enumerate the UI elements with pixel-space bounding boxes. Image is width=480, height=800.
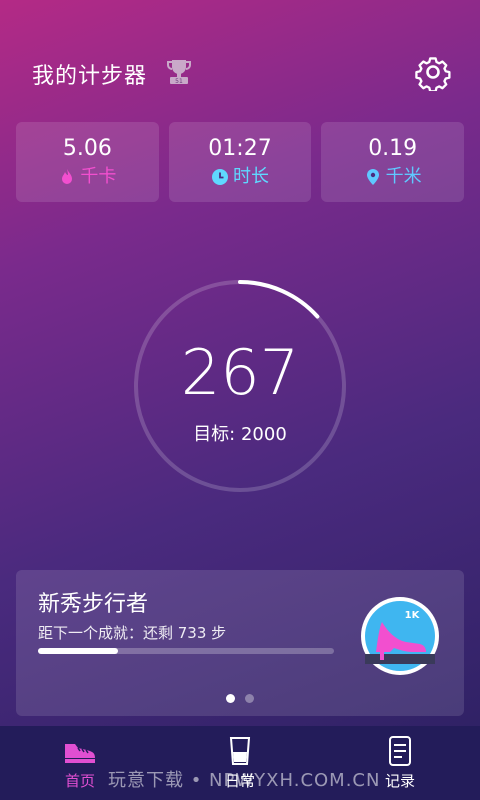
document-icon [389, 735, 411, 766]
clock-icon [212, 169, 228, 185]
calories-card: 5.06 千卡 [16, 122, 159, 202]
location-pin-icon [366, 169, 379, 185]
badge-label: 1K [405, 610, 421, 621]
step-count: 267 [180, 336, 300, 409]
distance-label: 千米 [385, 166, 422, 187]
watermark: 玩意下载 • NPWYXH.COM.CN [108, 770, 381, 791]
distance-label-row: 千米 [364, 164, 422, 190]
page-indicator [16, 694, 464, 703]
duration-label: 时长 [233, 166, 269, 187]
tab-home-label: 首页 [64, 771, 95, 790]
svg-text:51: 51 [175, 78, 183, 85]
distance-card: 0.19 千米 [321, 122, 465, 202]
header: 我的计步器 51 [0, 0, 480, 140]
achievement-progress-bar [38, 648, 334, 654]
app-title: 我的计步器 [32, 64, 148, 89]
gear-icon[interactable] [414, 53, 452, 91]
shoe-icon [65, 743, 95, 763]
achievement-subtitle: 距下一个成就：还剩 733 步 [38, 624, 227, 642]
flame-icon [62, 169, 73, 184]
trophy-icon[interactable]: 51 [164, 56, 194, 86]
duration-value: 01:27 [208, 136, 272, 161]
duration-card: 01:27 时长 [168, 122, 312, 202]
calories-label-row: 千卡 [58, 164, 116, 190]
achievement-title: 新秀步行者 [38, 592, 149, 617]
goal-text: 目标: 2000 [193, 424, 287, 445]
achievement-progress-fill [38, 648, 118, 654]
calories-label: 千卡 [80, 166, 117, 187]
tab-records-label: 记录 [384, 771, 415, 790]
achievement-card[interactable]: 新秀步行者 距下一个成就：还剩 733 步 1K [16, 570, 464, 716]
step-progress-ring: 267 目标: 2000 [130, 276, 350, 496]
duration-label-row: 时长 [211, 164, 269, 190]
page-dot-2[interactable] [245, 694, 254, 703]
calories-value: 5.06 [62, 136, 112, 161]
stats-row: 5.06 千卡 01:27 时长 0.19 千米 [16, 122, 465, 202]
page-dot-1[interactable] [226, 694, 235, 703]
distance-value: 0.19 [368, 136, 418, 161]
cup-icon [229, 736, 251, 765]
high-heel-badge-icon[interactable]: 1K [360, 596, 440, 676]
